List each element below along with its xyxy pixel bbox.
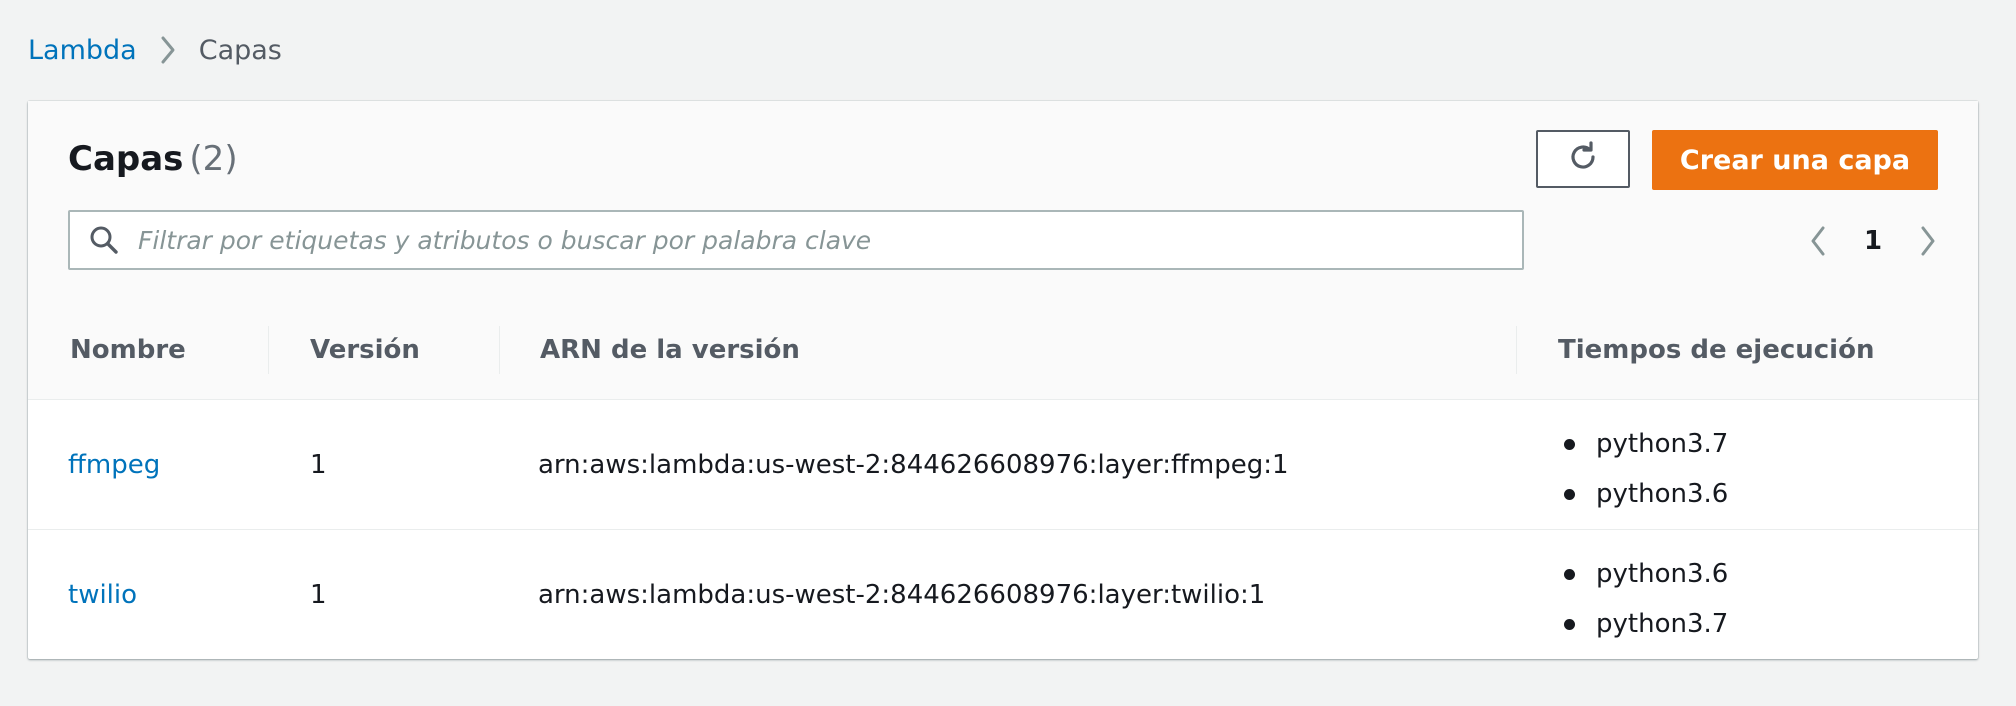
column-header-name[interactable]: Nombre: [70, 301, 186, 399]
runtime-label: python3.7: [1596, 429, 1729, 459]
runtime-item: python3.7: [1560, 420, 1728, 470]
breadcrumb-lambda-link[interactable]: Lambda: [28, 35, 137, 66]
current-page-number[interactable]: 1: [1864, 226, 1882, 256]
column-divider[interactable]: [268, 326, 269, 374]
previous-page-button[interactable]: [1798, 221, 1838, 261]
bullet-icon: [1564, 569, 1575, 580]
breadcrumb: Lambda Capas: [28, 30, 282, 70]
column-divider[interactable]: [1516, 326, 1517, 374]
table-row: ffmpeg 1 arn:aws:lambda:us-west-2:844626…: [28, 400, 1978, 530]
layer-arn: arn:aws:lambda:us-west-2:844626608976:la…: [538, 579, 1266, 610]
page-title-text: Capas: [68, 139, 184, 179]
table-row: twilio 1 arn:aws:lambda:us-west-2:844626…: [28, 530, 1978, 659]
layer-arn: arn:aws:lambda:us-west-2:844626608976:la…: [538, 449, 1289, 480]
search-field[interactable]: [68, 210, 1524, 270]
layer-name-link[interactable]: ffmpeg: [68, 400, 160, 529]
runtime-label: python3.7: [1596, 609, 1729, 639]
runtime-label: python3.6: [1596, 479, 1729, 509]
layer-version: 1: [310, 579, 327, 610]
breadcrumb-current: Capas: [198, 34, 282, 66]
refresh-icon: [1566, 140, 1600, 178]
layers-panel: Capas (2) Crear una capa Filtrar por eti…: [28, 101, 1978, 659]
table-header: Nombre Versión ARN de la versión Tiempos…: [28, 301, 1978, 400]
bullet-icon: [1564, 619, 1575, 630]
search-input[interactable]: [138, 215, 1498, 265]
refresh-button[interactable]: [1536, 130, 1630, 188]
runtime-item: python3.6: [1560, 470, 1728, 520]
chevron-left-icon: [1811, 226, 1825, 256]
column-header-runtimes[interactable]: Tiempos de ejecución: [1558, 301, 1874, 399]
chevron-right-icon: [159, 35, 177, 65]
chevron-right-icon: [1921, 226, 1935, 256]
bullet-icon: [1564, 439, 1575, 450]
layer-version: 1: [310, 449, 327, 480]
column-divider[interactable]: [499, 326, 500, 374]
layers-count: (2): [189, 139, 238, 179]
column-header-arn[interactable]: ARN de la versión: [540, 301, 800, 399]
runtime-item: python3.7: [1560, 600, 1728, 650]
column-header-version[interactable]: Versión: [310, 301, 420, 399]
create-layer-button[interactable]: Crear una capa: [1652, 130, 1938, 190]
bullet-icon: [1564, 489, 1575, 500]
layer-name-link[interactable]: twilio: [68, 530, 137, 659]
runtime-label: python3.6: [1596, 559, 1729, 589]
runtimes-list: python3.7 python3.6: [1560, 420, 1728, 520]
runtimes-list: python3.6 python3.7: [1560, 550, 1728, 650]
pagination: 1: [1798, 211, 1948, 271]
page-title: Capas (2): [68, 139, 238, 179]
next-page-button[interactable]: [1908, 221, 1948, 261]
runtime-item: python3.6: [1560, 550, 1728, 600]
panel-header: Capas (2) Crear una capa Filtrar por eti…: [28, 101, 1978, 302]
search-icon: [70, 225, 138, 255]
